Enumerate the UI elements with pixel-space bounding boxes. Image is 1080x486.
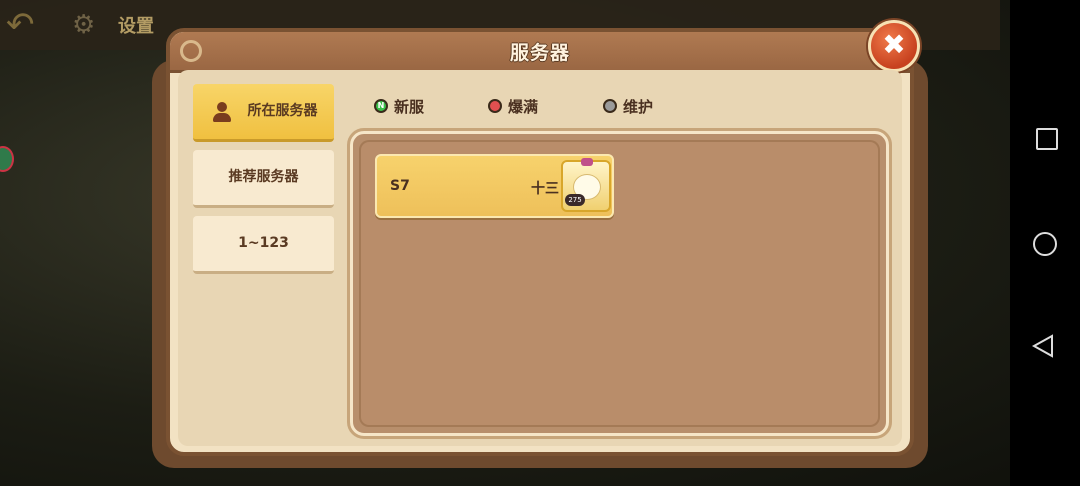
server-card[interactable]: S7 十三 275 (375, 154, 614, 218)
player-name: 十三 (531, 181, 559, 197)
close-button[interactable]: ✖ (868, 20, 920, 72)
user-icon (213, 102, 231, 122)
back-triangle-icon[interactable] (1031, 334, 1054, 358)
legend-maintenance: 维护 (603, 96, 653, 116)
tab-current-server[interactable]: 所在服务器 (193, 84, 334, 142)
legend-new: N 新服 (374, 96, 424, 116)
dialog-title: 服务器 (509, 42, 570, 64)
legend-label: 爆满 (508, 97, 539, 116)
home-icon[interactable] (1033, 232, 1057, 256)
crown-icon (581, 158, 593, 166)
server-name: S7 (390, 178, 410, 194)
legend-label: 维护 (623, 97, 654, 116)
side-badge-icon (0, 146, 14, 172)
full-status-icon (488, 99, 502, 113)
tab-label: 1~123 (238, 235, 289, 251)
tab-label: 推荐服务器 (228, 169, 299, 185)
dialog-title-bar: 服务器 (170, 32, 910, 73)
gear-icon: ⚙ (72, 10, 96, 40)
maintenance-status-icon (603, 99, 617, 113)
player-avatar: 275 (561, 158, 611, 212)
back-arrow-icon: ↶ (6, 5, 35, 45)
recent-apps-icon[interactable] (1036, 128, 1058, 150)
player-level-badge: 275 (565, 194, 585, 206)
legend-label: 新服 (394, 97, 425, 116)
new-status-icon: N (374, 99, 388, 113)
background-title: 设置 (118, 16, 154, 37)
tab-recommended-servers[interactable]: 推荐服务器 (193, 150, 334, 208)
tab-server-range[interactable]: 1~123 (193, 216, 334, 274)
system-navigation-bar (1010, 0, 1080, 486)
legend-full: 爆满 (488, 96, 538, 116)
